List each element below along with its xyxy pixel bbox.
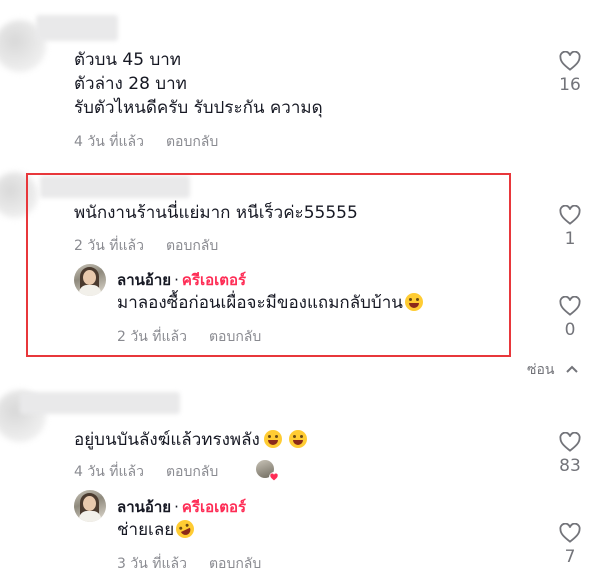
comment-meta: 4 วัน ที่แล้ว ตอบกลับ (74, 461, 218, 483)
reply-text-content: ช่ายเลย (117, 520, 175, 540)
like-button[interactable]: 1 (553, 205, 587, 249)
reply-button[interactable]: ตอบกลับ (166, 464, 218, 480)
creator-liked-avatar (256, 460, 279, 482)
author-name[interactable]: ลานอ้าย (117, 498, 171, 516)
like-count: 0 (564, 320, 576, 340)
reply-button[interactable]: ตอบกลับ (209, 556, 261, 572)
creator-avatar[interactable] (74, 490, 106, 522)
like-button[interactable]: 0 (553, 296, 587, 340)
comment-time: 4 วัน ที่แล้ว (74, 134, 144, 150)
commenter-name-blurred[interactable] (20, 392, 180, 414)
comment-line: ตัวล่าง 28 บาท (74, 74, 187, 94)
like-count: 16 (559, 75, 581, 95)
heart-icon (559, 432, 581, 452)
comment-line: ตัวบน 45 บาท (74, 50, 181, 70)
heart-icon (559, 296, 581, 316)
reply-author[interactable]: ลานอ้าย · ครีเอเตอร์ (117, 495, 246, 519)
reply-button[interactable]: ตอบกลับ (166, 134, 218, 150)
reply-text: ช่ายเลย (117, 517, 198, 542)
like-button[interactable]: 7 (553, 523, 587, 567)
like-count: 83 (559, 456, 581, 476)
like-button[interactable]: 16 (553, 51, 587, 95)
heart-icon (559, 51, 581, 71)
like-count: 1 (564, 229, 576, 249)
comment-time: 4 วัน ที่แล้ว (74, 464, 144, 480)
comment-text: อยู่บนบันลังฆ์แล้วทรงพลัง (74, 428, 307, 452)
joy-emoji (288, 430, 307, 448)
commenter-name-blurred[interactable] (36, 15, 118, 41)
hide-label: ซ่อน (527, 362, 555, 378)
comment-text-content: อยู่บนบันลังฆ์แล้วทรงพลัง (74, 430, 260, 450)
creator-badge: ครีเอเตอร์ (181, 498, 247, 516)
reply-time: 3 วัน ที่แล้ว (117, 556, 187, 572)
like-button[interactable]: 83 (553, 432, 587, 476)
reply-meta: 3 วัน ที่แล้ว ตอบกลับ (117, 553, 261, 575)
joy-emoji (263, 430, 282, 448)
like-count: 7 (564, 547, 576, 567)
chevron-up-icon (566, 365, 578, 373)
highlight-box (26, 173, 511, 357)
heart-badge-icon (269, 472, 279, 482)
comment-text: ตัวบน 45 บาท ตัวล่าง 28 บาท รับตัวไหนดีค… (74, 48, 323, 120)
comment-line: รับตัวไหนดีครับ รับประกัน ความดุ (74, 98, 323, 118)
heart-icon (559, 205, 581, 225)
rofl-emoji (173, 517, 198, 541)
separator-dot: · (174, 498, 179, 516)
comment-meta: 4 วัน ที่แล้ว ตอบกลับ (74, 131, 218, 153)
hide-replies-button[interactable]: ซ่อน (527, 359, 579, 381)
heart-icon (559, 523, 581, 543)
